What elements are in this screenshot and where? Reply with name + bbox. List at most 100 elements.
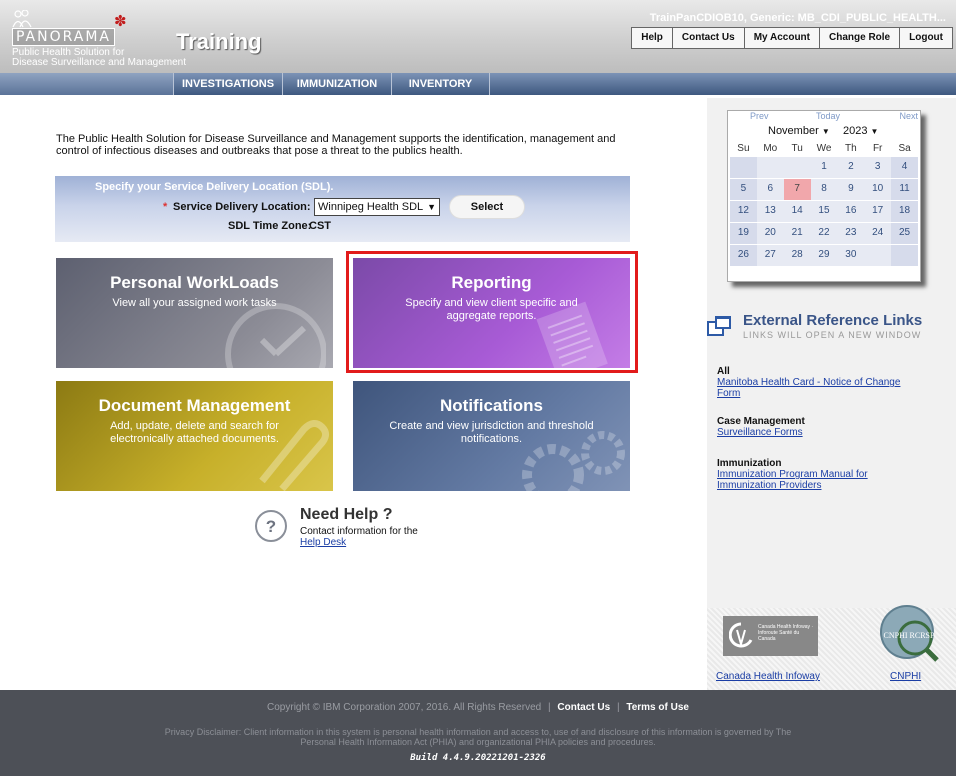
logout-button[interactable]: Logout [899, 27, 953, 49]
calendar-day[interactable]: 21 [783, 221, 811, 244]
tab-inventory[interactable]: INVENTORY [391, 73, 490, 95]
calendar-week-row: 19 20 21 22 23 24 25 [730, 221, 918, 244]
calendar-day[interactable]: 18 [891, 199, 918, 222]
footer-links-row: Copyright © IBM Corporation 2007, 2016. … [0, 702, 956, 713]
tab-immunization[interactable]: IMMUNIZATION [282, 73, 391, 95]
help-text: Contact information for the [300, 526, 418, 537]
canada-health-infoway-logo: Canada Health Infoway · Inforoute Santé … [723, 616, 818, 656]
calendar-day[interactable]: 6 [756, 177, 784, 200]
calendar-day[interactable]: 30 [837, 243, 865, 266]
intro-text: The Public Health Solution for Disease S… [56, 133, 616, 157]
calendar-day[interactable]: 23 [837, 221, 865, 244]
calendar-weekday: Th [845, 143, 857, 155]
sdl-title: Specify your Service Delivery Location (… [95, 181, 334, 193]
calendar-day[interactable]: 11 [891, 177, 918, 200]
change-role-button[interactable]: Change Role [819, 27, 901, 49]
calendar-day[interactable]: 4 [891, 155, 918, 178]
calendar-day[interactable]: 16 [837, 199, 865, 222]
cnphi-link[interactable]: CNPHI [890, 671, 921, 682]
external-links-title: External Reference Links [743, 312, 923, 329]
calendar-week-row: 26 27 28 29 30 [730, 243, 918, 266]
calendar-day[interactable]: 3 [864, 155, 892, 178]
footer-contact-us-link[interactable]: Contact Us [557, 702, 610, 713]
top-nav: Help Contact Us My Account Change Role L… [631, 27, 953, 49]
footer-separator: | [547, 702, 551, 713]
personal-workloads-tile[interactable]: Personal WorkLoads View all your assigne… [56, 258, 333, 368]
calendar-day[interactable]: 19 [730, 221, 757, 244]
notifications-tile[interactable]: Notifications Create and view jurisdicti… [353, 381, 630, 491]
calendar-week-row: 5 6 7 8 9 10 11 [730, 177, 918, 200]
contact-us-button[interactable]: Contact Us [671, 27, 745, 49]
calendar-day[interactable]: 22 [810, 221, 838, 244]
tab-investigations[interactable]: INVESTIGATIONS [173, 73, 282, 95]
main-nav: INVESTIGATIONS IMMUNIZATION INVENTORY [173, 73, 490, 95]
logo-brand-text: PANORAMA [12, 28, 116, 46]
footer-separator: | [616, 702, 620, 713]
calendar-day[interactable]: 29 [810, 243, 838, 266]
sdl-location-label: Service Delivery Location: [173, 201, 311, 213]
my-account-button[interactable]: My Account [743, 27, 820, 49]
calendar-day[interactable]: 14 [783, 199, 811, 222]
sdl-location-select[interactable]: Winnipeg Health SDL ▼ [314, 198, 440, 216]
calendar-day[interactable]: 27 [756, 243, 784, 266]
calendar-day[interactable]: 5 [730, 177, 757, 200]
reporting-highlight-box [346, 251, 638, 373]
help-desk-link[interactable]: Help Desk [300, 537, 346, 548]
calendar-grid: Su Mo Tu We Th Fr Sa 1 2 3 4 5 6 7 8 9 10 11 12 13 14 15 16 17… [730, 142, 918, 266]
calendar-day[interactable]: 25 [891, 221, 918, 244]
panorama-logo[interactable]: ✽ PANORAMA Public Health Solution for Di… [10, 10, 186, 70]
infoway-mark-icon [729, 622, 753, 648]
manitoba-health-card-link[interactable]: Manitoba Health Card - Notice of Change [717, 377, 900, 388]
calendar-month-value: November [768, 125, 819, 137]
paperclip-icon [259, 420, 329, 491]
ext-group-title: Immunization [717, 458, 782, 469]
app-title: Training [176, 29, 262, 54]
calendar-today-link[interactable]: Today [816, 111, 840, 121]
sdl-timezone-value: CST [309, 220, 331, 232]
calendar-day[interactable]: 10 [864, 177, 892, 200]
immunization-manual-link[interactable]: Immunization Program Manual for [717, 469, 868, 480]
calendar-weekday: Sa [898, 143, 911, 155]
calendar-day[interactable]: 8 [810, 177, 838, 200]
calendar-next-link[interactable]: Next [899, 111, 918, 121]
calendar-day[interactable]: 17 [864, 199, 892, 222]
calendar-weekday: Tu [791, 143, 803, 155]
app-header: ✽ PANORAMA Public Health Solution for Di… [0, 0, 956, 73]
help-section: ? Need Help ? Contact information for th… [254, 506, 454, 556]
calendar-weekday: Su [737, 143, 750, 155]
calendar-day[interactable]: 20 [756, 221, 784, 244]
chevron-down-icon: ▼ [821, 127, 830, 136]
calendar-prev-link[interactable]: Prev [750, 111, 769, 121]
calendar-month-select[interactable]: November ▼ [768, 125, 830, 140]
immunization-manual-link-cont[interactable]: Immunization Providers [717, 480, 868, 491]
manitoba-health-card-link-cont[interactable]: Form [717, 388, 900, 399]
sdl-select-button[interactable]: Select [449, 195, 525, 219]
calendar-day[interactable]: 26 [730, 243, 757, 266]
calendar-year-select[interactable]: 2023 ▼ [843, 125, 878, 140]
document-management-tile[interactable]: Document Management Add, update, delete … [56, 381, 333, 491]
calendar-day[interactable]: 12 [730, 199, 757, 222]
footer-terms-link[interactable]: Terms of Use [626, 702, 689, 713]
canada-health-infoway-link[interactable]: Canada Health Infoway [716, 671, 820, 682]
help-button[interactable]: Help [631, 27, 673, 49]
calendar-empty-cell [783, 155, 811, 178]
calendar-day[interactable]: 28 [783, 243, 811, 266]
calendar-weekday-row: Su Mo Tu We Th Fr Sa [730, 142, 918, 156]
calendar-day[interactable]: 1 [810, 155, 838, 178]
tile-title: Personal WorkLoads [110, 273, 279, 292]
calendar-widget: Prev Today Next November ▼ 2023 ▼ Su Mo Tu… [727, 110, 921, 282]
calendar-empty-cell [756, 155, 784, 178]
user-info: TrainPanCDIOB10, Generic: MB_CDI_PUBLIC_… [649, 12, 946, 24]
calendar-day[interactable]: 13 [756, 199, 784, 222]
calendar-day[interactable]: 2 [837, 155, 865, 178]
calendar-day[interactable]: 7 [783, 177, 811, 200]
surveillance-forms-link[interactable]: Surveillance Forms [717, 427, 805, 438]
calendar-day[interactable]: 15 [810, 199, 838, 222]
calendar-day[interactable]: 24 [864, 221, 892, 244]
cnphi-logo: CNPHI RCRSP [880, 605, 939, 662]
maple-leaf-icon: ✽ [114, 13, 127, 30]
calendar-year-value: 2023 [843, 125, 868, 137]
external-links-subtitle: LINKS WILL OPEN A NEW WINDOW [743, 330, 922, 340]
sdl-panel: Specify your Service Delivery Location (… [55, 176, 630, 242]
calendar-day[interactable]: 9 [837, 177, 865, 200]
